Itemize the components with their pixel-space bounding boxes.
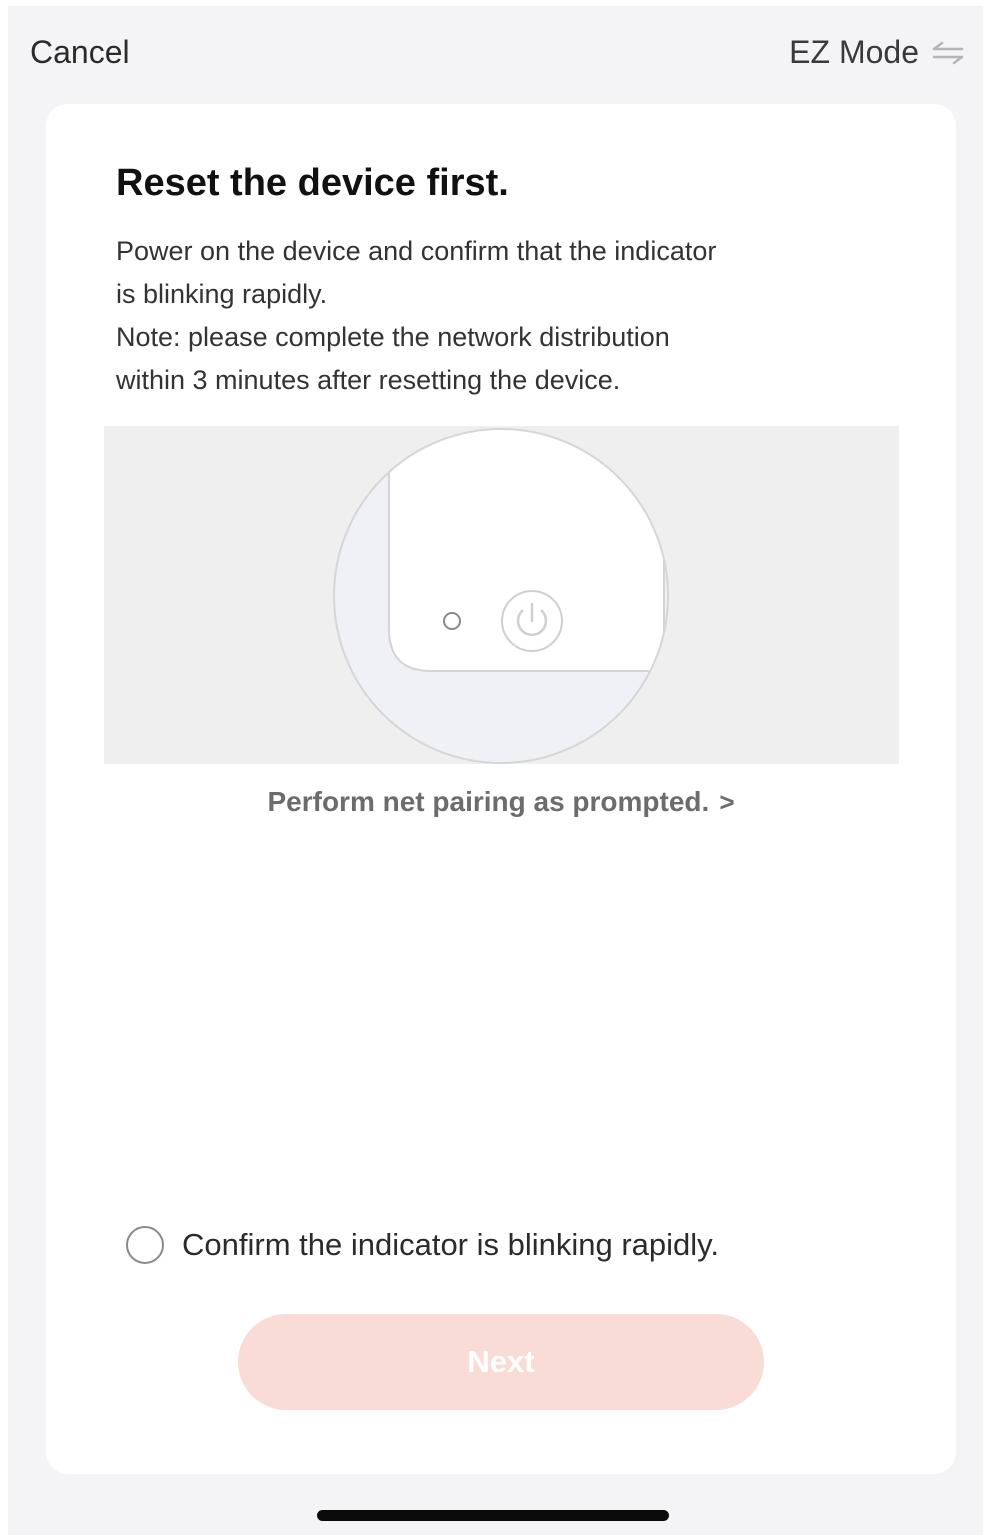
top-bar: Cancel EZ Mode xyxy=(8,6,983,102)
instruction-line: within 3 minutes after resetting the dev… xyxy=(116,365,621,395)
net-pairing-help-link[interactable]: Perform net pairing as prompted. > xyxy=(46,786,956,818)
cancel-button[interactable]: Cancel xyxy=(30,34,130,71)
swap-arrows-icon xyxy=(931,41,965,65)
chevron-right-icon: > xyxy=(719,787,735,817)
help-link-label: Perform net pairing as prompted. xyxy=(267,786,710,817)
instruction-text: Power on the device and confirm that the… xyxy=(116,230,896,402)
device-reset-screen: Cancel EZ Mode Reset the device first. P… xyxy=(8,6,983,1535)
confirm-blinking-option[interactable]: Confirm the indicator is blinking rapidl… xyxy=(126,1226,719,1264)
mode-switch-button[interactable]: EZ Mode xyxy=(789,34,965,71)
confirm-label: Confirm the indicator is blinking rapidl… xyxy=(182,1227,719,1262)
page-title: Reset the device first. xyxy=(116,162,509,204)
instruction-line: Note: please complete the network distri… xyxy=(116,322,670,352)
confirm-radio[interactable] xyxy=(126,1226,164,1264)
mode-label: EZ Mode xyxy=(789,34,919,70)
next-button[interactable]: Next xyxy=(238,1314,764,1410)
instruction-line: is blinking rapidly. xyxy=(116,279,328,309)
instruction-line: Power on the device and confirm that the… xyxy=(116,236,717,266)
device-illustration xyxy=(104,426,899,764)
instruction-card: Reset the device first. Power on the dev… xyxy=(46,104,956,1474)
home-indicator xyxy=(317,1510,669,1521)
